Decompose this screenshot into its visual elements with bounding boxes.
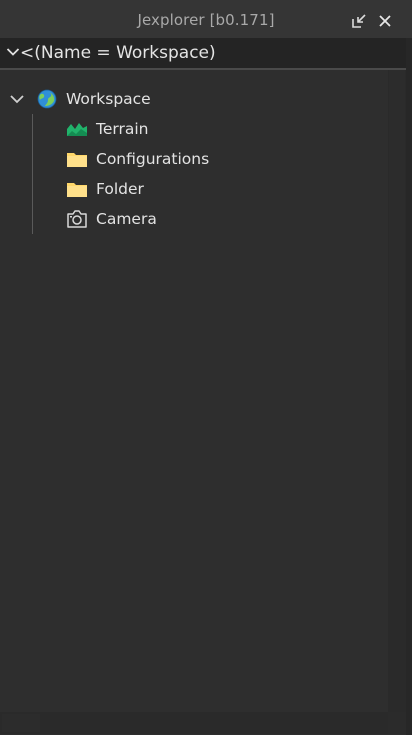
folder-icon <box>67 153 87 167</box>
horizontal-scrollbar-thumb[interactable] <box>2 714 40 732</box>
tree-item-label: Terrain <box>96 120 149 138</box>
explorer-window: Jexplorer [b0.171] <(Name = Workspace) W… <box>0 0 412 735</box>
camera-icon <box>67 210 87 228</box>
close-button[interactable] <box>376 12 394 30</box>
horizontal-scrollbar[interactable] <box>0 712 388 734</box>
tree-item-label: Camera <box>96 210 157 228</box>
tree-item-label: Workspace <box>66 90 151 108</box>
tree-indent-guide <box>32 114 33 234</box>
window-border <box>406 38 412 735</box>
filter-bar <box>0 38 406 70</box>
chevron-down-icon[interactable] <box>9 93 25 105</box>
terrain-icon <box>67 123 87 136</box>
vertical-scrollbar-thumb[interactable] <box>389 70 405 370</box>
tree-item-terrain[interactable]: Terrain <box>0 114 388 144</box>
dock-icon <box>352 14 366 28</box>
tree-item-label: Folder <box>96 180 144 198</box>
dock-button[interactable] <box>350 12 368 30</box>
tree-view: Workspace Terrain Configurations Folder <box>0 70 388 712</box>
tree-item-camera[interactable]: Camera <box>0 204 388 234</box>
tree-item-label: Configurations <box>96 150 210 168</box>
globe-icon <box>37 89 57 109</box>
tree-item-workspace[interactable]: Workspace <box>0 84 388 114</box>
filter-input[interactable] <box>20 41 390 65</box>
scrollbar-corner <box>388 712 406 734</box>
chevron-down-icon[interactable] <box>6 45 20 59</box>
folder-icon <box>67 183 87 197</box>
vertical-scrollbar[interactable] <box>388 70 406 712</box>
tree-item-configurations[interactable]: Configurations <box>0 144 388 174</box>
title-bar: Jexplorer [b0.171] <box>0 0 412 38</box>
close-icon <box>379 15 391 27</box>
tree-item-folder[interactable]: Folder <box>0 174 388 204</box>
